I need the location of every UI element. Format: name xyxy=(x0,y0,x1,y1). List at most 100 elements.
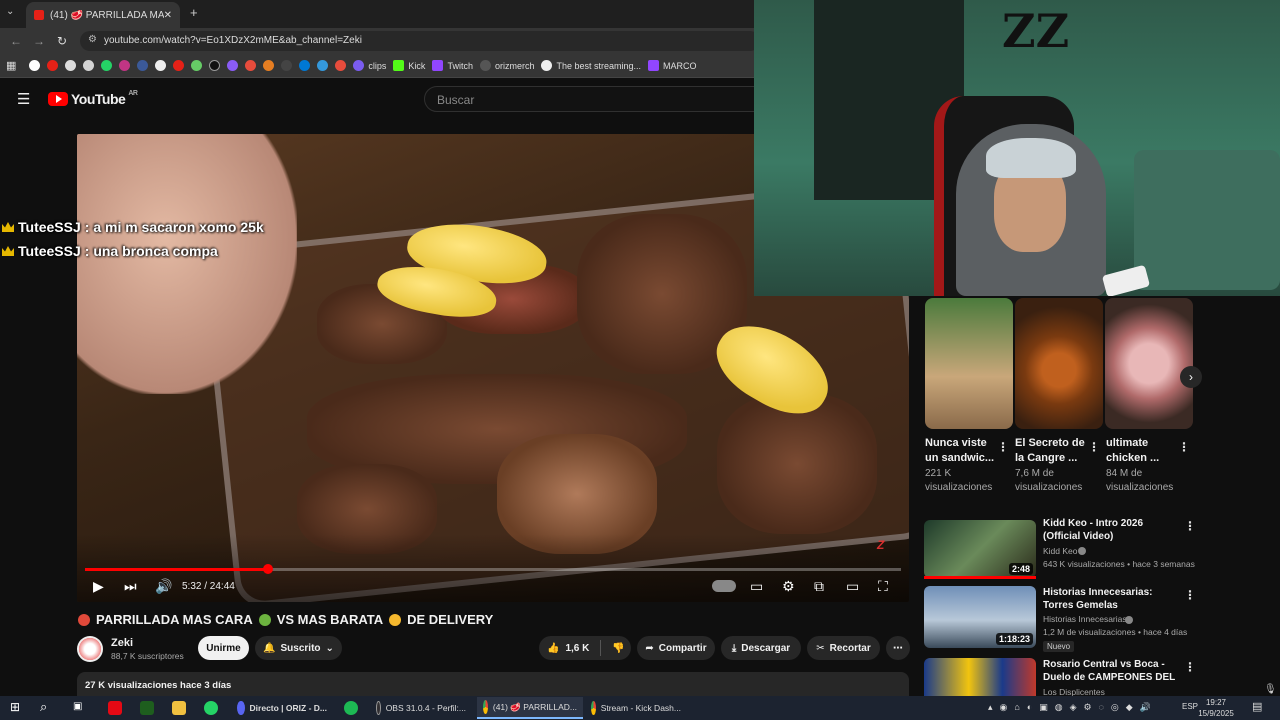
more-options-icon[interactable]: ⋮ xyxy=(1184,519,1196,533)
bookmark-icon[interactable] xyxy=(173,60,185,71)
reload-icon[interactable]: ↻ xyxy=(57,34,67,48)
whatsapp-icon[interactable] xyxy=(204,701,218,715)
bookmark-marco[interactable]: MARCO xyxy=(648,60,697,71)
description-box[interactable]: 27 K visualizaciones hace 3 días xyxy=(77,672,909,696)
back-arrow-icon[interactable]: ← xyxy=(10,34,22,48)
netflix-icon[interactable] xyxy=(108,701,122,715)
spotify-icon[interactable] xyxy=(344,701,358,715)
share-button[interactable]: ➦ Compartir xyxy=(637,636,715,660)
close-tab-icon[interactable]: ✕ xyxy=(164,10,172,21)
progress-scrubber[interactable] xyxy=(262,564,273,574)
bookmark-icon[interactable] xyxy=(245,60,257,71)
chat-text: : una bronca compa xyxy=(84,243,218,259)
play-icon[interactable]: ▶ xyxy=(93,578,104,595)
miniplayer-icon[interactable]: ⧉ xyxy=(814,578,824,595)
suggested-title[interactable]: Kidd Keo - Intro 2026 (Official Video) xyxy=(1043,517,1183,543)
forward-arrow-icon[interactable]: → xyxy=(33,34,45,48)
subscriber-count: 88,7 K suscriptores xyxy=(111,651,184,661)
subtitles-icon[interactable]: ▭ xyxy=(750,578,763,595)
short-thumbnail[interactable] xyxy=(925,298,1013,429)
volume-icon[interactable]: 🔊 xyxy=(155,578,172,595)
taskbar-app-youtube[interactable]: (41) 🥩 PARRILLAD... xyxy=(477,697,583,719)
taskbar-app-obs[interactable]: OBS 31.0.4 - Perfil:... xyxy=(370,697,472,719)
bookmark-icon[interactable] xyxy=(281,60,293,71)
channel-avatar[interactable] xyxy=(77,636,103,662)
app-icon[interactable] xyxy=(140,701,154,715)
new-tab-icon[interactable]: + xyxy=(190,5,198,20)
address-bar[interactable]: ⚙ youtube.com/watch?v=Eo1XDzX2mME&ab_cha… xyxy=(80,31,760,51)
windows-start-icon[interactable]: ⊞ xyxy=(10,700,20,714)
suggested-title[interactable]: Rosario Central vs Boca - Duelo de CAMPE… xyxy=(1043,658,1179,684)
thumbs-down-icon[interactable]: 👎 xyxy=(612,643,624,654)
bookmark-clips[interactable]: clips xyxy=(353,60,386,71)
bookmark-icon[interactable] xyxy=(83,60,95,71)
whatsapp-bookmark-icon[interactable] xyxy=(101,60,113,71)
join-button[interactable]: Unirme xyxy=(198,636,249,660)
subscribed-button[interactable]: 🔔 Suscrito ⌄ xyxy=(255,636,342,660)
outlook-bookmark-icon[interactable] xyxy=(299,60,311,71)
system-clock[interactable]: 19:27 15/9/2025 xyxy=(1196,697,1236,719)
more-options-icon[interactable]: ⋮ xyxy=(1184,588,1196,602)
shorts-next-icon[interactable]: › xyxy=(1180,366,1202,388)
bookmark-orizmerch[interactable]: orizmerch xyxy=(479,60,534,71)
short-title[interactable]: Nunca viste un sandwic... xyxy=(925,436,999,466)
video-thumbnail[interactable] xyxy=(924,658,1036,696)
browser-tab-active[interactable]: (41) 🥩 PARRILLADA MAS CARA ✕ xyxy=(26,2,180,28)
channel-name[interactable]: Zeki xyxy=(111,637,133,649)
progress-bar[interactable] xyxy=(85,564,901,574)
instagram-bookmark-icon[interactable] xyxy=(119,60,131,71)
divider xyxy=(600,640,602,656)
bookmark-streaming[interactable]: The best streaming... xyxy=(541,60,641,71)
youtube-bookmark-icon[interactable] xyxy=(47,60,59,71)
file-explorer-icon[interactable] xyxy=(172,701,186,715)
taskbar-app-label: Stream - Kick Dash... xyxy=(600,703,681,713)
clip-button[interactable]: ✂ Recortar xyxy=(807,636,880,660)
bookmark-icon[interactable] xyxy=(191,60,203,71)
short-thumbnail[interactable] xyxy=(1105,298,1193,429)
settings-gear-icon[interactable]: ⚙ xyxy=(782,578,795,595)
taskbar-app-kick[interactable]: Stream - Kick Dash... xyxy=(585,697,687,719)
suggested-channel[interactable]: Los Displicentes xyxy=(1043,686,1105,696)
bookmark-twitch[interactable]: Twitch xyxy=(432,60,473,71)
notifications-icon[interactable]: ▤ xyxy=(1252,700,1262,713)
bookmark-kick[interactable]: Kick xyxy=(393,60,425,71)
autoplay-toggle[interactable] xyxy=(712,580,736,592)
google-bookmark-icon[interactable] xyxy=(29,60,41,71)
youtube-logo[interactable]: YouTube AR xyxy=(48,90,138,107)
more-options-icon[interactable]: ⋮ xyxy=(1088,440,1100,454)
search-icon[interactable]: ⌕ xyxy=(40,699,47,715)
bookmark-icon[interactable] xyxy=(155,60,167,71)
short-title[interactable]: ultimate chicken ... xyxy=(1106,436,1180,466)
bookmark-icon[interactable] xyxy=(65,60,77,71)
search-input[interactable]: Buscar xyxy=(424,86,764,112)
tab-search-icon[interactable]: ⌄ xyxy=(6,6,14,17)
short-thumbnail[interactable] xyxy=(1015,298,1103,429)
like-button[interactable]: 👍 1,6 K xyxy=(547,643,589,654)
bookmark-icon[interactable] xyxy=(227,60,239,71)
suggested-channel[interactable]: Historias Innecesarias xyxy=(1043,613,1127,626)
site-info-icon[interactable]: ⚙ xyxy=(88,34,97,45)
taskbar-app-chrome[interactable]: Directo | ORIZ - D... xyxy=(231,697,333,719)
system-tray-icons[interactable]: ▴◉⌂◐▣◍◈⚙◌◎◆🔊 xyxy=(988,702,1158,713)
download-button[interactable]: ⤓ Descargar xyxy=(721,636,801,660)
more-options-icon[interactable]: ⋮ xyxy=(1178,440,1190,454)
apps-grid-icon[interactable]: ▦ xyxy=(6,59,16,72)
bookmark-icon[interactable] xyxy=(317,60,329,71)
more-actions-button[interactable]: ⋯ xyxy=(886,636,910,660)
theater-mode-icon[interactable]: ▭ xyxy=(846,578,859,595)
fullscreen-icon[interactable]: ⛶ xyxy=(878,578,888,595)
suggested-title[interactable]: Historias Innecesarias: Torres Gemelas xyxy=(1043,586,1183,612)
video-thumbnail[interactable]: 2:48 xyxy=(924,520,1036,578)
suggested-channel[interactable]: Kidd Keo xyxy=(1043,545,1078,558)
task-view-icon[interactable]: ▣ xyxy=(73,701,82,712)
short-title[interactable]: El Secreto de la Cangre ... xyxy=(1015,436,1089,466)
bookmark-icon[interactable] xyxy=(263,60,275,71)
bookmark-icon[interactable] xyxy=(137,60,149,71)
menu-hamburger-icon[interactable]: ☰ xyxy=(17,90,30,108)
tiktok-bookmark-icon[interactable] xyxy=(209,60,221,71)
bookmark-icon[interactable] xyxy=(335,60,347,71)
more-options-icon[interactable]: ⋮ xyxy=(997,440,1009,454)
next-video-icon[interactable]: ⏭ xyxy=(124,578,137,595)
more-options-icon[interactable]: ⋮ xyxy=(1184,660,1196,674)
video-thumbnail[interactable]: 1:18:23 xyxy=(924,586,1036,648)
